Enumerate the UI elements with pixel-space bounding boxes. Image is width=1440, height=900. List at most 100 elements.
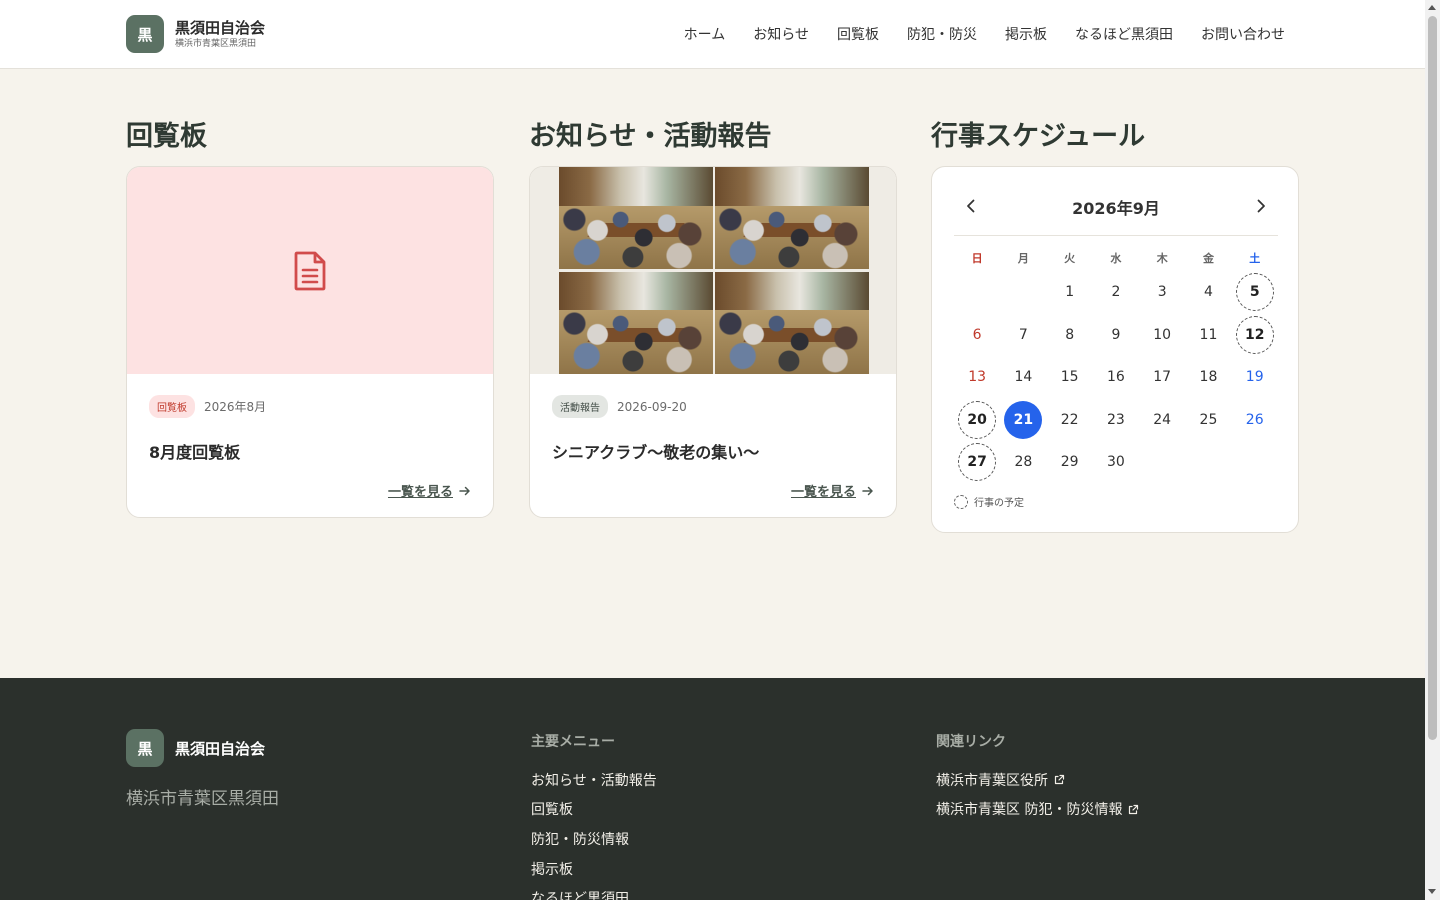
calendar-day[interactable]: 17 — [1139, 356, 1185, 399]
schedule-section-title: 行事スケジュール — [931, 121, 1146, 152]
calendar-day-number: 14 — [1014, 369, 1033, 386]
calendar-day[interactable]: 7 — [1000, 314, 1046, 357]
footer-menu-heading: 主要メニュー — [531, 734, 615, 750]
footer-link-ward-office[interactable]: 横浜市青葉区役所 — [936, 765, 1139, 795]
category-badge: 活動報告 — [552, 395, 608, 418]
footer-links-heading: 関連リンク — [936, 734, 1006, 750]
footer-link-circular[interactable]: 回覧板 — [531, 795, 657, 825]
calendar-day[interactable]: 20 — [954, 399, 1000, 442]
circular-view-all-link[interactable]: 一覧を見る — [388, 481, 471, 500]
event-photo — [715, 271, 869, 374]
calendar-day-number: 29 — [1060, 454, 1079, 471]
calendar-day[interactable]: 5 — [1232, 271, 1278, 314]
nav-circular[interactable]: 回覧板 — [837, 24, 879, 44]
calendar-day[interactable]: 10 — [1139, 314, 1185, 357]
footer-link-safety[interactable]: 防犯・防災情報 — [531, 824, 657, 854]
footer-logo[interactable]: 黒 黒須田自治会 — [126, 729, 265, 767]
calendar-day[interactable]: 11 — [1185, 314, 1231, 357]
calendar-day[interactable]: 3 — [1139, 271, 1185, 314]
footer-link-about[interactable]: なるほど黒須田 — [531, 883, 657, 900]
calendar-day[interactable]: 1 — [1047, 271, 1093, 314]
calendar-empty-cell — [954, 271, 1000, 314]
scroll-thumb[interactable] — [1428, 16, 1437, 740]
event-photo — [559, 167, 713, 270]
calendar-grid: 日月火水木金土 1 2 3 4 5 6 7 8 9 10 11 12 13 14 15 16 17 18 19 20 21… — [954, 247, 1278, 484]
legend-label: 行事の予定 — [974, 498, 1024, 509]
calendar-day[interactable]: 8 — [1047, 314, 1093, 357]
scroll-down-arrow-icon[interactable] — [1428, 889, 1436, 894]
calendar-day-number: 23 — [1107, 411, 1125, 428]
calendar-day[interactable]: 12 — [1232, 314, 1278, 357]
news-card-title[interactable]: シニアクラブ～敬老の集い～ — [552, 439, 874, 463]
post-date: 2026年8月 — [204, 400, 267, 414]
calendar-day[interactable]: 19 — [1232, 356, 1278, 399]
calendar-day-number: 19 — [1245, 369, 1264, 386]
circular-card-title[interactable]: 8月度回覧板 — [149, 439, 471, 463]
footer-site-title: 黒須田自治会 — [175, 739, 266, 758]
calendar-day[interactable]: 22 — [1047, 399, 1093, 442]
calendar-day-number: 25 — [1199, 411, 1218, 428]
circular-card[interactable]: 回覧板 2026年8月 8月度回覧板 一覧を見る — [126, 166, 494, 518]
calendar-day[interactable]: 15 — [1047, 356, 1093, 399]
external-link-icon — [1054, 775, 1065, 785]
calendar-day[interactable]: 6 — [954, 314, 1000, 357]
main-nav: ホーム お知らせ 回覧板 防犯・防災 掲示板 なるほど黒須田 お問い合わせ — [684, 24, 1285, 44]
nav-about[interactable]: なるほど黒須田 — [1075, 24, 1173, 44]
calendar-day[interactable]: 2 — [1093, 271, 1139, 314]
nav-news[interactable]: お知らせ — [753, 24, 809, 44]
weekday-header: 土 — [1249, 252, 1261, 265]
calendar-day-number: 1 — [1065, 284, 1075, 301]
calendar-day-number: 11 — [1199, 326, 1218, 343]
site-logo[interactable]: 黒 黒須田自治会 横浜市青葉区黒須田 — [126, 15, 265, 53]
calendar-day-number: 10 — [1153, 326, 1172, 343]
calendar-day[interactable]: 25 — [1185, 399, 1231, 442]
calendar-day[interactable]: 9 — [1093, 314, 1139, 357]
arrow-right-icon — [459, 486, 470, 495]
nav-contact[interactable]: お問い合わせ — [1201, 24, 1285, 44]
calendar-day[interactable]: 26 — [1232, 399, 1278, 442]
calendar-day[interactable]: 29 — [1047, 441, 1093, 484]
news-view-all-link[interactable]: 一覧を見る — [791, 481, 874, 500]
footer-menu: 主要メニュー お知らせ・活動報告 回覧板 防犯・防災情報 掲示板 なるほど黒須田 — [531, 731, 657, 900]
calendar-day-number: 3 — [1157, 284, 1167, 301]
calendar-day-number: 30 — [1107, 454, 1125, 471]
footer-link-board[interactable]: 掲示板 — [531, 854, 657, 884]
news-card[interactable]: 活動報告 2026-09-20 シニアクラブ～敬老の集い～ 一覧を見る — [529, 166, 897, 518]
calendar-day-number: 24 — [1153, 411, 1172, 428]
calendar-day[interactable]: 24 — [1139, 399, 1185, 442]
page-scrollbar[interactable] — [1425, 0, 1440, 900]
footer-link-news[interactable]: お知らせ・活動報告 — [531, 765, 657, 795]
site-subtitle: 横浜市青葉区黒須田 — [175, 38, 257, 49]
nav-safety[interactable]: 防犯・防災 — [907, 24, 977, 44]
calendar-day-number: 13 — [968, 369, 987, 386]
calendar-day[interactable]: 28 — [1000, 441, 1046, 484]
calendar-day[interactable]: 18 — [1185, 356, 1231, 399]
calendar-day-number: 15 — [1060, 369, 1079, 386]
calendar-day[interactable]: 16 — [1093, 356, 1139, 399]
scroll-up-arrow-icon[interactable] — [1428, 5, 1436, 10]
news-card-photo — [530, 167, 896, 374]
calendar-day-number: 5 — [1235, 273, 1274, 312]
next-month-button[interactable] — [1250, 195, 1272, 217]
calendar-day[interactable]: 4 — [1185, 271, 1231, 314]
calendar-empty-cell — [1000, 271, 1046, 314]
weekday-header: 日 — [971, 252, 983, 265]
calendar-day[interactable]: 27 — [954, 441, 1000, 484]
chevron-right-icon — [1257, 199, 1265, 213]
nav-board[interactable]: 掲示板 — [1005, 24, 1047, 44]
news-section-title: お知らせ・活動報告 — [529, 121, 772, 152]
nav-home[interactable]: ホーム — [684, 24, 726, 44]
calendar-day-today[interactable]: 21 — [1000, 399, 1046, 442]
footer-link-ward-safety[interactable]: 横浜市青葉区 防犯・防災情報 — [936, 795, 1139, 825]
site-header: 黒 黒須田自治会 横浜市青葉区黒須田 ホーム お知らせ 回覧板 防犯・防災 掲示… — [0, 0, 1425, 69]
footer-logo-badge: 黒 — [126, 729, 164, 767]
news-card-meta: 活動報告 2026-09-20 — [552, 395, 874, 418]
calendar-day[interactable]: 13 — [954, 356, 1000, 399]
circular-card-thumbnail — [127, 167, 493, 374]
calendar-day-number: 18 — [1199, 369, 1218, 386]
calendar-header: 2026年9月 — [954, 191, 1278, 221]
calendar-day[interactable]: 30 — [1093, 441, 1139, 484]
calendar-day[interactable]: 23 — [1093, 399, 1139, 442]
calendar-day[interactable]: 14 — [1000, 356, 1046, 399]
event-photo — [559, 271, 713, 374]
